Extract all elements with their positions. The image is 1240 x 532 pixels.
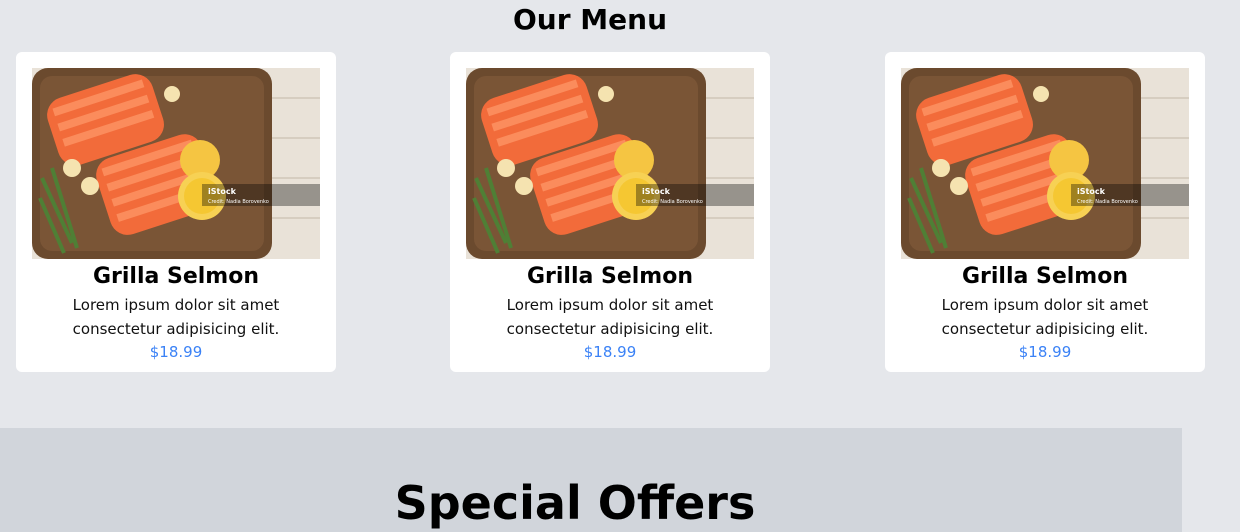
page: Our Menu iStock Credit: Nadia Borovenko …	[0, 0, 1240, 532]
special-offers-section: Special Offers	[0, 428, 1182, 532]
menu-card[interactable]: iStock Credit: Nadia Borovenko Grilla Se…	[16, 52, 336, 372]
card-price: $18.99	[1018, 343, 1072, 361]
card-price: $18.99	[583, 343, 637, 361]
salmon-image: iStock Credit: Nadia Borovenko	[466, 68, 754, 259]
svg-text:Credit: Nadia Borovenko: Credit: Nadia Borovenko	[642, 199, 703, 205]
salmon-image: iStock Credit: Nadia Borovenko	[901, 68, 1189, 259]
special-offers-heading: Special Offers	[394, 476, 756, 530]
svg-text:iStock: iStock	[642, 187, 671, 196]
menu-heading: Our Menu	[512, 3, 667, 36]
card-title: Grilla Selmon	[961, 264, 1129, 289]
svg-text:Credit: Nadia Borovenko: Credit: Nadia Borovenko	[208, 199, 269, 205]
card-price: $18.99	[149, 343, 203, 361]
card-description: Lorem ipsum dolor sit amet consectetur a…	[72, 296, 280, 338]
card-title: Grilla Selmon	[92, 264, 260, 289]
card-title: Grilla Selmon	[526, 264, 694, 289]
card-description: Lorem ipsum dolor sit amet consectetur a…	[506, 296, 714, 338]
svg-text:iStock: iStock	[1077, 187, 1106, 196]
menu-cards: iStock Credit: Nadia Borovenko Grilla Se…	[0, 52, 1240, 372]
svg-text:iStock: iStock	[208, 187, 237, 196]
menu-card[interactable]: iStock Credit: Nadia Borovenko Grilla Se…	[885, 52, 1205, 372]
svg-text:Credit: Nadia Borovenko: Credit: Nadia Borovenko	[1077, 199, 1138, 205]
salmon-image: iStock Credit: Nadia Borovenko	[32, 68, 320, 259]
card-description: Lorem ipsum dolor sit amet consectetur a…	[941, 296, 1149, 338]
menu-card[interactable]: iStock Credit: Nadia Borovenko Grilla Se…	[450, 52, 770, 372]
